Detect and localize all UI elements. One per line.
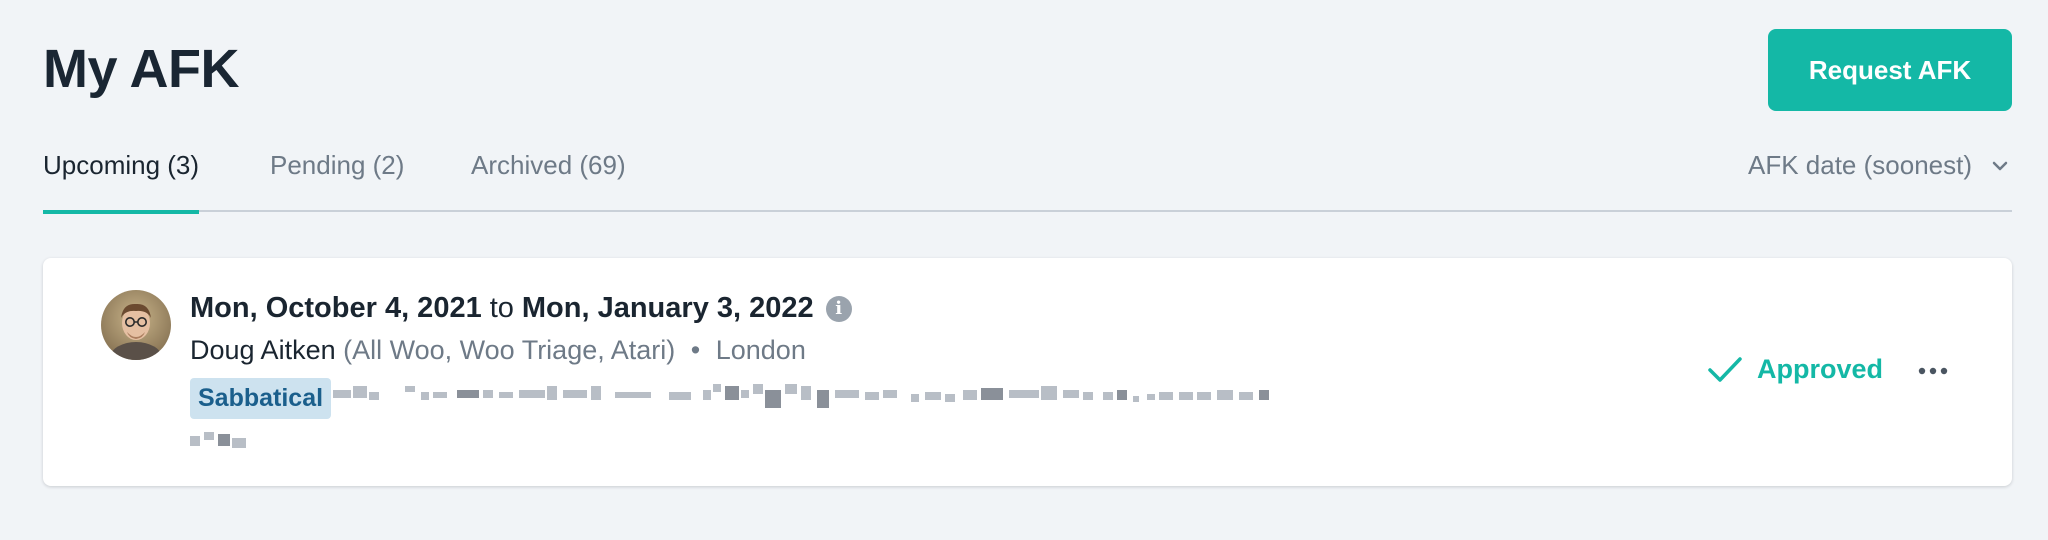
afk-card[interactable]: Mon, October 4, 2021 to Mon, January 3, …: [43, 258, 2012, 486]
tab-pending[interactable]: Pending (2): [270, 150, 404, 212]
sort-selected-value: AFK date (soonest): [1748, 150, 1972, 180]
afk-end-date: Mon, January 3, 2022: [521, 292, 814, 324]
afk-page: My AFK Request AFK Upcoming (3) Pending …: [0, 0, 2048, 540]
afk-start-date: Mon, October 4, 2021: [190, 292, 482, 324]
date-connector: to: [489, 292, 514, 324]
sort-dropdown[interactable]: AFK date (soonest): [1748, 150, 2012, 181]
request-afk-button[interactable]: Request AFK: [1768, 29, 2012, 111]
tab-archived[interactable]: Archived (69): [471, 150, 626, 212]
more-horizontal-icon: [1918, 367, 1948, 375]
person-location: London: [715, 335, 806, 365]
avatar: [101, 290, 171, 360]
more-options-button[interactable]: [1910, 348, 1956, 394]
info-icon[interactable]: i: [825, 295, 852, 322]
redacted-note-continued: [190, 432, 246, 448]
afk-type-badge: Sabbatical: [190, 378, 332, 419]
chevron-down-icon: [1992, 161, 2008, 171]
page-title: My AFK: [43, 39, 240, 99]
tab-bar: Upcoming (3) Pending (2) Archived (69) A…: [43, 140, 2012, 214]
status-indicator: Approved: [1707, 354, 1883, 385]
checkmark-icon: [1708, 356, 1742, 382]
person-teams: (All Woo, Woo Triage, Atari): [343, 335, 676, 365]
afk-date-range: Mon, October 4, 2021 to Mon, January 3, …: [190, 292, 852, 325]
separator-dot: •: [690, 335, 701, 365]
tab-upcoming[interactable]: Upcoming (3): [43, 150, 200, 214]
afk-person-line: Doug Aitken (All Woo, Woo Triage, Atari)…: [190, 335, 806, 366]
person-name: Doug Aitken: [190, 335, 336, 365]
redacted-note: [333, 384, 1269, 408]
status-label: Approved: [1757, 354, 1884, 384]
